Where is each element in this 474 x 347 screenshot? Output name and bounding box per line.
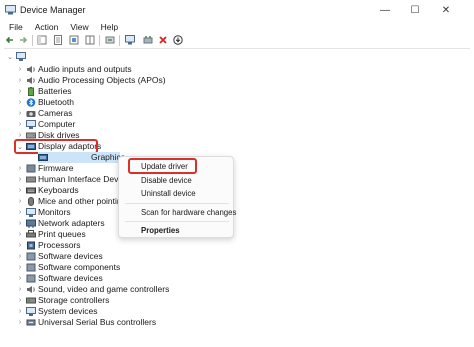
- menu-view[interactable]: View: [67, 22, 91, 32]
- network-icon: [26, 219, 36, 228]
- sound-icon: [27, 286, 35, 293]
- tree-item-software-devices[interactable]: Software devices: [38, 251, 103, 262]
- title-bar: Device Manager — ☐ ✕: [0, 0, 474, 20]
- speaker-icon: [27, 66, 35, 73]
- chevron-right-icon[interactable]: ›: [16, 86, 24, 97]
- tree-item-mice[interactable]: Mice and other pointing: [38, 196, 126, 207]
- chevron-right-icon[interactable]: ›: [16, 240, 24, 251]
- chevron-right-icon[interactable]: ›: [16, 306, 24, 317]
- monitor-icon: [26, 208, 36, 217]
- chevron-right-icon[interactable]: ›: [16, 174, 24, 185]
- system-device-icon: [26, 307, 36, 316]
- context-separator: [125, 221, 229, 222]
- tree-item-computer[interactable]: Computer: [38, 119, 75, 130]
- chevron-right-icon[interactable]: ›: [16, 262, 24, 273]
- scan-hardware-icon[interactable]: [124, 34, 136, 46]
- menu-file[interactable]: File: [6, 22, 26, 32]
- back-arrow-icon[interactable]: [4, 34, 16, 46]
- uninstall-x-icon[interactable]: [157, 34, 169, 46]
- device-manager-app-icon: [5, 5, 16, 15]
- toolbar-separator: [99, 35, 100, 46]
- update-driver-icon[interactable]: [104, 34, 116, 46]
- software-component-icon: [26, 263, 36, 272]
- chevron-right-icon[interactable]: ›: [16, 97, 24, 108]
- tree-item-software-devices-2[interactable]: Software devices: [38, 273, 103, 284]
- firmware-icon: [26, 164, 36, 173]
- menu-action[interactable]: Action: [32, 22, 62, 32]
- chevron-right-icon[interactable]: ›: [16, 218, 24, 229]
- toolbar-separator: [32, 35, 33, 46]
- chevron-right-icon[interactable]: ›: [16, 75, 24, 86]
- tree-item-print-queues[interactable]: Print queues: [38, 229, 86, 240]
- graphics-adapter-icon: [38, 154, 48, 161]
- chevron-right-icon[interactable]: ›: [16, 207, 24, 218]
- tree-item-bluetooth[interactable]: Bluetooth: [38, 97, 74, 108]
- tree-item-storage-controllers[interactable]: Storage controllers: [38, 295, 109, 306]
- action-pane-icon[interactable]: [84, 34, 96, 46]
- hid-icon: [26, 176, 36, 183]
- tree-item-network-adapters[interactable]: Network adapters: [38, 218, 105, 229]
- chevron-right-icon[interactable]: ›: [16, 64, 24, 75]
- toolbar: [0, 34, 474, 48]
- maximize-button[interactable]: ☐: [400, 0, 430, 20]
- tree-item-sound-video[interactable]: Sound, video and game controllers: [38, 284, 169, 295]
- keyboard-icon: [26, 187, 36, 194]
- chevron-right-icon[interactable]: ›: [16, 196, 24, 207]
- mouse-icon: [28, 197, 34, 206]
- printer-icon: [26, 230, 36, 238]
- context-uninstall-device[interactable]: Uninstall device: [119, 188, 235, 199]
- tree-item-batteries[interactable]: Batteries: [38, 86, 72, 97]
- download-driver-icon[interactable]: [172, 34, 184, 46]
- chevron-right-icon[interactable]: ›: [16, 295, 24, 306]
- context-properties[interactable]: Properties: [119, 225, 235, 236]
- tree-item-monitors[interactable]: Monitors: [38, 207, 71, 218]
- context-separator: [125, 203, 229, 204]
- speaker-icon: [27, 77, 35, 84]
- software-device-icon: [26, 252, 36, 261]
- software-device-icon: [26, 274, 36, 283]
- monitor-icon: [26, 120, 36, 129]
- tree-item-processors[interactable]: Processors: [38, 240, 81, 251]
- minimize-button[interactable]: —: [370, 0, 400, 20]
- update-driver-highlight: [128, 158, 197, 174]
- tree-item-audio-inputs[interactable]: Audio inputs and outputs: [38, 64, 132, 75]
- computer-root-icon: [16, 52, 26, 61]
- processor-icon: [27, 241, 35, 250]
- camera-icon: [26, 111, 36, 117]
- tree-item-keyboards[interactable]: Keyboards: [38, 185, 79, 196]
- device-tree: ⌄ › Audio inputs and outputs › Audio Pro…: [4, 48, 470, 344]
- menu-bar: File Action View Help: [0, 20, 474, 34]
- chevron-right-icon[interactable]: ›: [16, 108, 24, 119]
- chevron-right-icon[interactable]: ›: [16, 284, 24, 295]
- forward-arrow-icon[interactable]: [17, 34, 29, 46]
- chevron-right-icon[interactable]: ›: [16, 273, 24, 284]
- tree-item-software-components[interactable]: Software components: [38, 262, 120, 273]
- storage-controller-icon: [26, 297, 36, 304]
- chevron-right-icon[interactable]: ›: [16, 229, 24, 240]
- chevron-right-icon[interactable]: ›: [16, 163, 24, 174]
- window-title: Device Manager: [20, 5, 86, 15]
- tree-item-firmware[interactable]: Firmware: [38, 163, 73, 174]
- properties-sheet-icon[interactable]: [52, 34, 64, 46]
- chevron-down-icon[interactable]: ⌄: [6, 51, 14, 62]
- tree-item-usb-controllers[interactable]: Universal Serial Bus controllers: [38, 317, 156, 328]
- bluetooth-icon: [26, 98, 36, 107]
- close-button[interactable]: ✕: [431, 0, 461, 20]
- chevron-right-icon[interactable]: ›: [16, 317, 24, 328]
- chevron-right-icon[interactable]: ›: [16, 185, 24, 196]
- usb-icon: [26, 319, 36, 326]
- tree-item-system-devices[interactable]: System devices: [38, 306, 98, 317]
- tree-item-cameras[interactable]: Cameras: [38, 108, 72, 119]
- toolbar-separator: [119, 35, 120, 46]
- context-scan-hardware[interactable]: Scan for hardware changes: [119, 207, 236, 218]
- help-icon[interactable]: [68, 34, 80, 46]
- battery-icon: [28, 87, 34, 96]
- add-legacy-hardware-icon[interactable]: [142, 34, 154, 46]
- tree-item-audio-processing[interactable]: Audio Processing Objects (APOs): [38, 75, 166, 86]
- menu-help[interactable]: Help: [98, 22, 121, 32]
- chevron-right-icon[interactable]: ›: [16, 251, 24, 262]
- chevron-right-icon[interactable]: ›: [16, 119, 24, 130]
- show-hide-tree-icon[interactable]: [36, 34, 48, 46]
- context-disable-device[interactable]: Disable device: [119, 175, 235, 186]
